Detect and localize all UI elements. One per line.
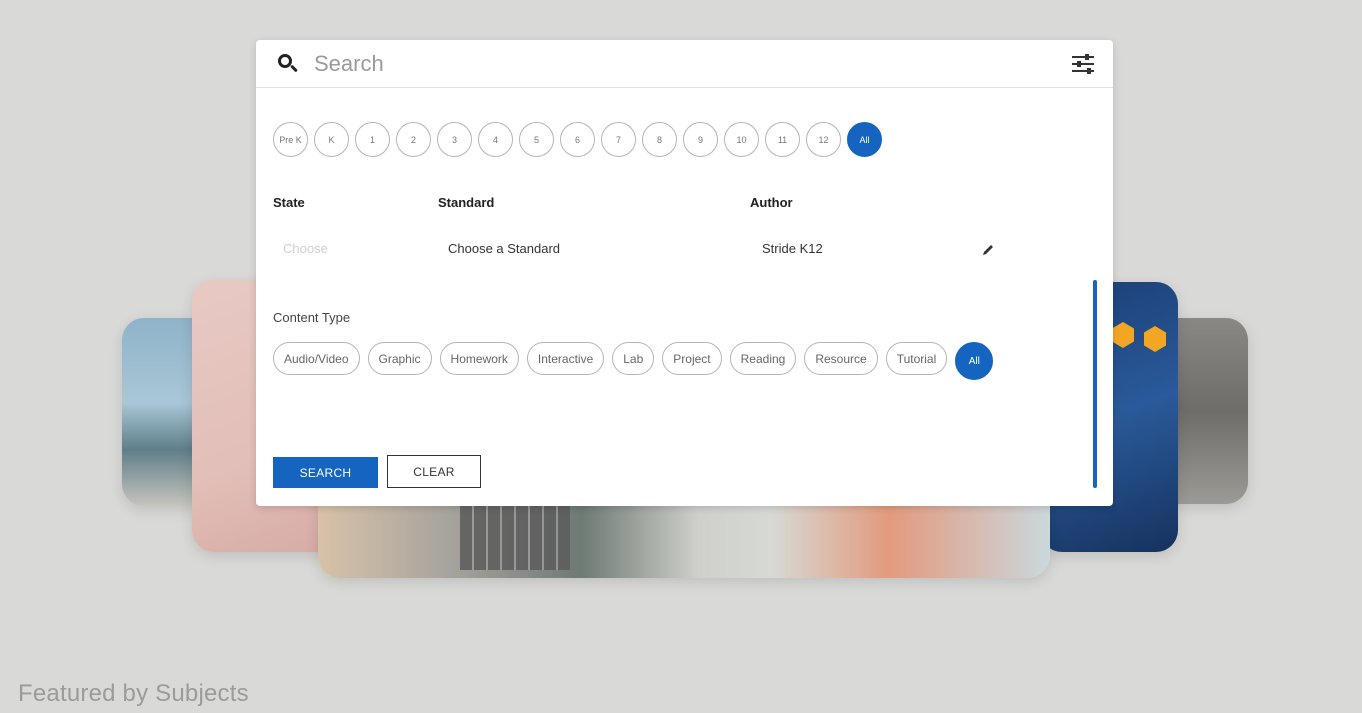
grade-prek[interactable]: Pre K: [273, 122, 308, 157]
author-label: Author: [750, 195, 793, 210]
chip-audio-video[interactable]: Audio/Video: [273, 342, 360, 375]
grade-10[interactable]: 10: [724, 122, 759, 157]
grade-12[interactable]: 12: [806, 122, 841, 157]
search-input[interactable]: [314, 50, 1014, 77]
grade-9[interactable]: 9: [683, 122, 718, 157]
featured-subjects-heading: Featured by Subjects: [18, 680, 249, 707]
chip-interactive[interactable]: Interactive: [526, 342, 605, 375]
chip-all[interactable]: All: [955, 342, 994, 380]
grade-k[interactable]: K: [314, 122, 349, 157]
state-select[interactable]: Choose: [283, 241, 328, 256]
grade-3[interactable]: 3: [437, 122, 472, 157]
grade-5[interactable]: 5: [519, 122, 554, 157]
content-type-chips: Audio/Video Graphic Homework Interactive…: [273, 342, 1073, 380]
grade-6[interactable]: 6: [560, 122, 595, 157]
grade-1[interactable]: 1: [355, 122, 390, 157]
grade-all[interactable]: All: [847, 122, 882, 157]
search-bar: [256, 40, 1113, 88]
grade-2[interactable]: 2: [396, 122, 431, 157]
content-type-label: Content Type: [273, 310, 351, 325]
scrollbar[interactable]: [1093, 280, 1097, 488]
grade-11[interactable]: 11: [765, 122, 800, 157]
chip-resource[interactable]: Resource: [804, 342, 878, 375]
grade-selector: Pre K K 1 2 3 4 5 6 7 8 9 10 11 12 All: [273, 122, 882, 157]
search-icon[interactable]: [276, 52, 300, 76]
author-select[interactable]: Stride K12: [762, 241, 823, 256]
chip-graphic[interactable]: Graphic: [367, 342, 432, 375]
filter-sliders-icon[interactable]: [1071, 52, 1095, 76]
search-button[interactable]: SEARCH: [273, 457, 378, 488]
chip-project[interactable]: Project: [662, 342, 722, 375]
clear-button[interactable]: CLEAR: [387, 455, 481, 488]
grade-8[interactable]: 8: [642, 122, 677, 157]
state-label: State: [273, 195, 305, 210]
chip-tutorial[interactable]: Tutorial: [885, 342, 948, 375]
chip-reading[interactable]: Reading: [729, 342, 797, 375]
grade-4[interactable]: 4: [478, 122, 513, 157]
pencil-icon[interactable]: [980, 242, 996, 258]
chip-homework[interactable]: Homework: [439, 342, 519, 375]
hexagon-decoration: [1112, 322, 1134, 348]
keyboard-illustration: [460, 500, 570, 570]
standard-select[interactable]: Choose a Standard: [448, 241, 560, 256]
chip-lab[interactable]: Lab: [612, 342, 655, 375]
hexagon-decoration: [1144, 326, 1166, 352]
search-filter-panel: Pre K K 1 2 3 4 5 6 7 8 9 10 11 12 All S…: [256, 40, 1113, 506]
standard-label: Standard: [438, 195, 495, 210]
grade-7[interactable]: 7: [601, 122, 636, 157]
